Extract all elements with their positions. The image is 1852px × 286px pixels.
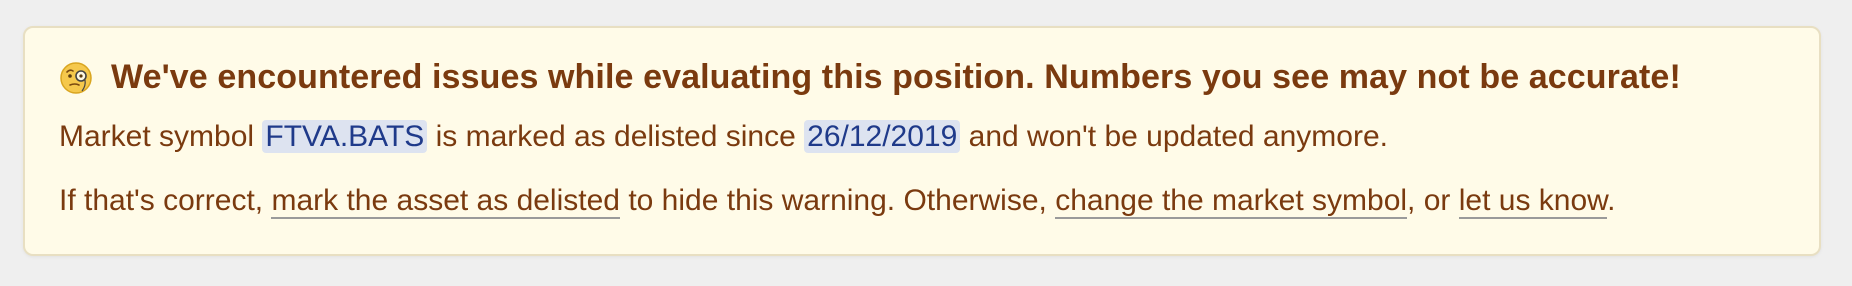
- delisted-notice: Market symbol FTVA.BATS is marked as del…: [59, 120, 1388, 154]
- let-us-know-link[interactable]: let us know: [1458, 184, 1608, 219]
- action-middle-1: to hide this warning. Otherwise,: [619, 184, 1056, 217]
- action-prefix: If that's correct,: [59, 184, 272, 217]
- delisted-date-badge: 26/12/2019: [804, 120, 961, 153]
- face-with-monocle-icon: [59, 61, 93, 95]
- action-suffix: .: [1607, 184, 1616, 217]
- mark-delisted-link[interactable]: mark the asset as delisted: [271, 184, 620, 219]
- action-middle-2: , or: [1407, 184, 1459, 217]
- action-notice: If that's correct, mark the asset as del…: [59, 184, 1616, 219]
- change-market-symbol-link[interactable]: change the market symbol: [1055, 184, 1408, 219]
- warning-box: We've encountered issues while evaluatin…: [23, 26, 1821, 256]
- notice-prefix: Market symbol: [59, 120, 263, 153]
- market-symbol-badge: FTVA.BATS: [262, 120, 428, 153]
- warning-title: We've encountered issues while evaluatin…: [111, 58, 1681, 96]
- warning-title-row: We've encountered issues while evaluatin…: [59, 58, 1681, 97]
- notice-middle: is marked as delisted since: [427, 120, 805, 153]
- notice-suffix: and won't be updated anymore.: [960, 120, 1388, 153]
